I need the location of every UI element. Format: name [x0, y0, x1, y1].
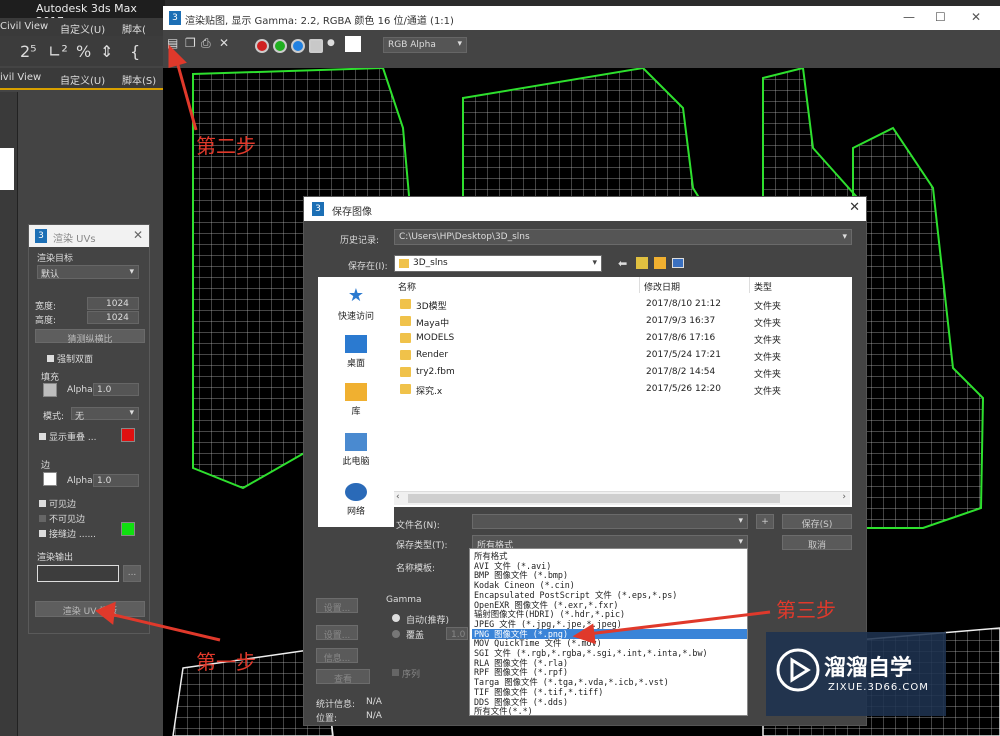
watermark-name: 溜溜自学	[824, 656, 913, 681]
watermark: 溜溜自学 ZIXUE.3D66.COM	[766, 632, 946, 716]
step1-annotation: 第一步	[196, 650, 256, 674]
arrowhead-step3	[572, 623, 596, 645]
step3-annotation: 第三步	[776, 598, 836, 622]
arrow-step2	[174, 57, 198, 131]
watermark-logo-icon	[776, 648, 820, 692]
arrow-step3	[587, 610, 771, 636]
watermark-url: ZIXUE.3D66.COM	[828, 682, 929, 693]
arrowhead-step2	[168, 44, 187, 68]
annotation-arrows	[95, 44, 771, 645]
arrowhead-step1	[95, 601, 116, 625]
arrow-step1	[109, 612, 221, 642]
step2-annotation: 第二步	[196, 134, 256, 158]
